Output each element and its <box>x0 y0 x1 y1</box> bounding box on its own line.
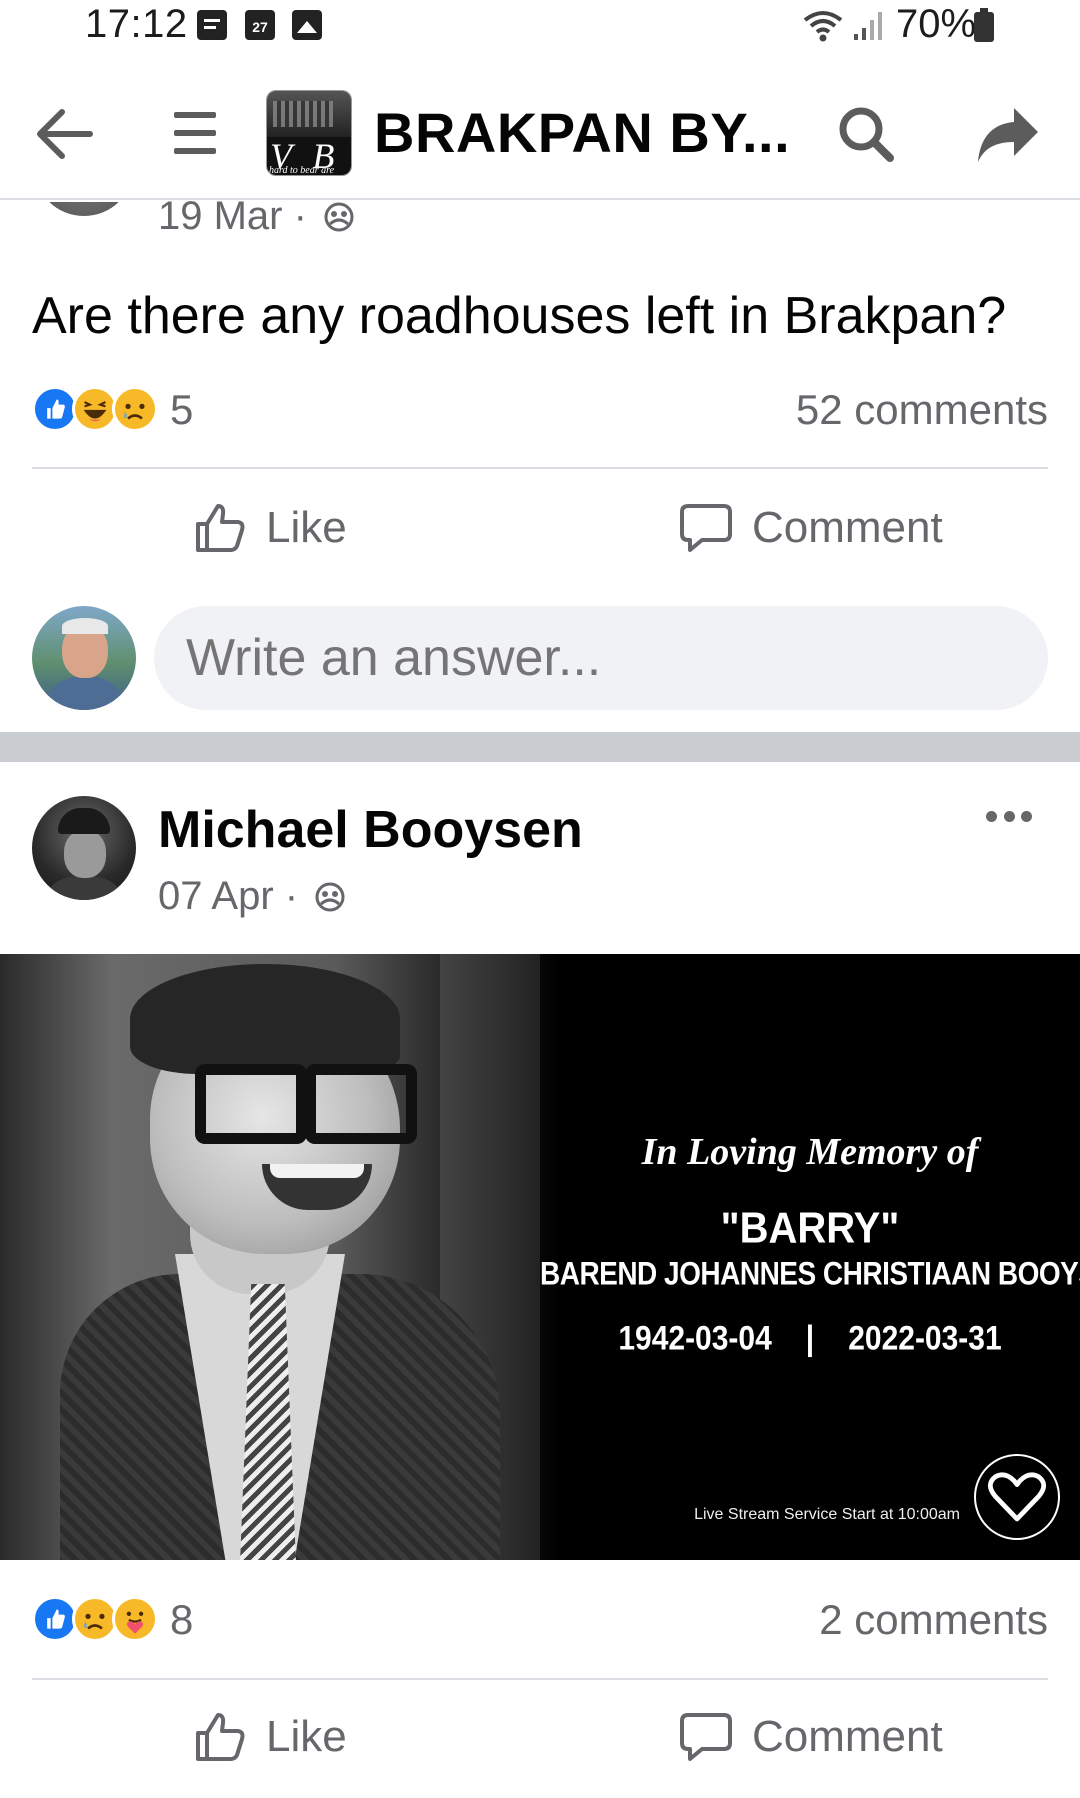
sad-reaction-icon <box>112 386 158 432</box>
post1-meta: 19 Mar · <box>158 194 354 239</box>
battery-icon <box>974 8 994 42</box>
memorial-date-separator: | <box>805 1319 815 1358</box>
memorial-stream-note: Live Stream Service Start at 10:00am <box>694 1506 960 1523</box>
group-name[interactable]: BRAKPAN BY... <box>374 100 790 165</box>
memorial-nickname: "BARRY" <box>720 1203 900 1253</box>
like-label: Like <box>266 503 347 552</box>
back-arrow-icon[interactable] <box>32 104 94 164</box>
current-user-avatar[interactable] <box>32 606 136 710</box>
logo-building-image <box>267 91 351 137</box>
post1-text: Are there any roadhouses left in Brakpan… <box>32 287 1007 345</box>
memorial-dates: 1942-03-04 | 2022-03-31 <box>540 1319 1080 1358</box>
post2-like-button[interactable]: Like <box>192 1692 347 1782</box>
post1-date: 19 Mar · <box>158 194 307 238</box>
app-header: V B hard to bear are BRAKPAN BY... <box>0 66 1080 200</box>
post2-comment-button[interactable]: Comment <box>678 1692 943 1782</box>
post2-meta: 07 Apr · <box>158 874 345 919</box>
memorial-death-date: 2022-03-31 <box>848 1319 1002 1358</box>
post1-comment-button[interactable]: Comment <box>678 483 943 573</box>
like-label: Like <box>266 1712 347 1761</box>
more-options-icon[interactable] <box>986 806 1032 826</box>
post2-date: 07 Apr · <box>158 874 299 918</box>
status-bar: 17:12 27 70% <box>0 0 1080 54</box>
memorial-birth-date: 1942-03-04 <box>618 1319 772 1358</box>
post2-reactions-row[interactable]: 8 2 comments <box>32 1590 1048 1650</box>
gallery-notification-icon <box>292 10 322 40</box>
post2-memorial-image[interactable]: In Loving Memory of "BARRY" BAREND JOHAN… <box>0 954 1080 1560</box>
care-reaction-icon <box>112 1596 158 1642</box>
divider <box>32 1678 1048 1680</box>
calendar-notification-icon: 27 <box>245 10 275 40</box>
speech-bubble-icon <box>680 1713 732 1761</box>
hamburger-menu-icon[interactable] <box>174 112 220 156</box>
memorial-photo <box>0 954 560 1560</box>
post2-reaction-count: 8 <box>170 1596 194 1643</box>
signal-icon <box>854 12 882 40</box>
memorial-title: In Loving Memory of <box>641 1131 979 1173</box>
thumbs-up-icon <box>196 504 245 552</box>
group-members-icon <box>324 202 354 232</box>
wifi-icon <box>803 11 843 42</box>
thumbs-up-icon <box>196 1713 245 1761</box>
memorial-full-name: BAREND JOHANNES CHRISTIAAN BOOYSEN <box>540 1255 1080 1292</box>
post2-author-name[interactable]: Michael Booysen <box>158 800 583 860</box>
post2-comments-count[interactable]: 2 comments <box>819 1596 1048 1644</box>
post1-action-row: Like Comment <box>0 483 1080 573</box>
heart-logo-icon <box>974 1454 1060 1540</box>
group-members-icon <box>315 882 345 912</box>
group-logo[interactable]: V B hard to bear are <box>266 90 352 176</box>
answer-input[interactable] <box>154 606 1048 710</box>
feed-separator <box>0 732 1080 762</box>
battery-percent: 70% <box>896 2 977 46</box>
divider <box>32 467 1048 469</box>
post2-action-row: Like Comment <box>0 1692 1080 1782</box>
comment-label: Comment <box>752 503 943 552</box>
post1-reactions-row[interactable]: 5 52 comments <box>32 380 1048 440</box>
post2-author-avatar[interactable] <box>32 796 136 900</box>
logo-tagline: hard to bear are <box>269 165 335 176</box>
search-icon[interactable] <box>834 102 898 166</box>
speech-bubble-icon <box>680 504 732 552</box>
post1-reaction-count: 5 <box>170 386 194 433</box>
post1-like-button[interactable]: Like <box>192 483 347 573</box>
status-time: 17:12 <box>85 2 188 46</box>
message-notification-icon <box>197 10 227 40</box>
share-arrow-icon[interactable] <box>974 100 1042 168</box>
comment-label: Comment <box>752 1712 943 1761</box>
post1-comments-count[interactable]: 52 comments <box>796 386 1048 434</box>
